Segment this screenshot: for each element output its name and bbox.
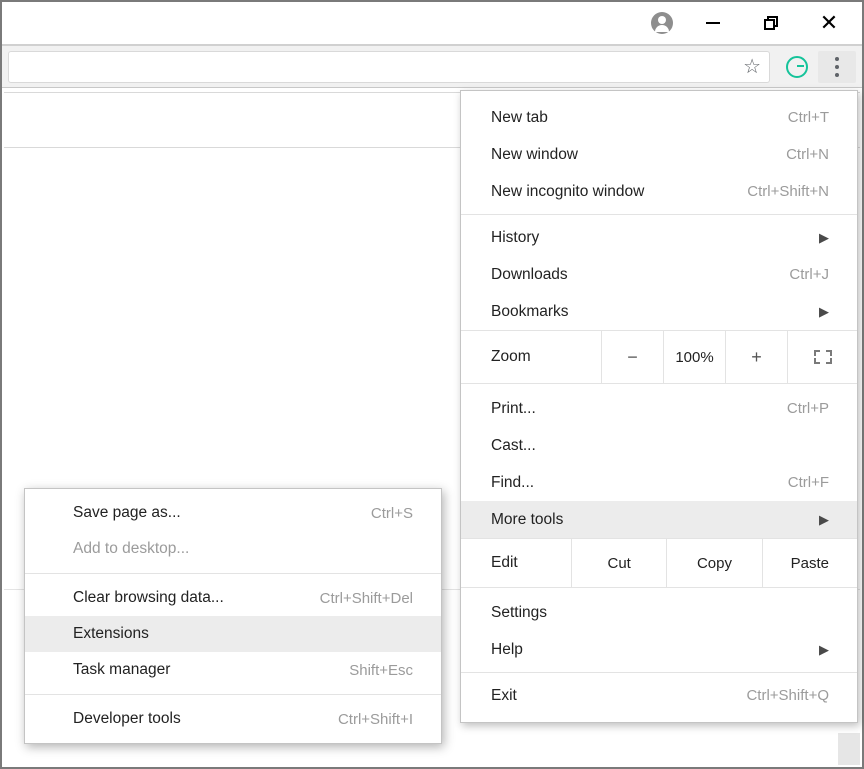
extension-grammarly-button[interactable] <box>778 51 816 83</box>
menu-print[interactable]: Print... Ctrl+P <box>461 390 857 427</box>
menu-bookmarks[interactable]: Bookmarks ▶ <box>461 293 857 330</box>
more-tools-submenu: Save page as... Ctrl+S Add to desktop...… <box>24 488 442 744</box>
vertical-dots-icon <box>835 57 839 77</box>
zoom-value: 100% <box>663 331 725 383</box>
minimize-icon <box>706 22 720 24</box>
menu-separator <box>25 573 441 574</box>
submenu-developer-tools[interactable]: Developer tools Ctrl+Shift+I <box>25 701 441 737</box>
zoom-label: Zoom <box>461 348 601 366</box>
menu-label: Save page as... <box>73 504 371 522</box>
minus-icon: − <box>627 347 638 368</box>
menu-shortcut: Ctrl+J <box>789 266 829 283</box>
chrome-main-menu: New tab Ctrl+T New window Ctrl+N New inc… <box>460 90 858 723</box>
zoom-out-button[interactable]: − <box>601 331 663 383</box>
menu-shortcut: Ctrl+Shift+N <box>747 183 829 200</box>
chrome-menu-button[interactable] <box>818 51 856 83</box>
zoom-in-button[interactable]: + <box>725 331 787 383</box>
grammarly-icon <box>786 56 808 78</box>
submenu-arrow-icon: ▶ <box>819 512 829 528</box>
menu-cast[interactable]: Cast... <box>461 427 857 464</box>
vertical-scrollbar[interactable] <box>838 733 860 765</box>
submenu-extensions[interactable]: Extensions <box>25 616 441 652</box>
menu-shortcut: Ctrl+Shift+Q <box>746 687 829 704</box>
profile-button[interactable] <box>640 2 684 44</box>
menu-new-incognito[interactable]: New incognito window Ctrl+Shift+N <box>461 173 857 210</box>
menu-label: Help <box>491 641 819 659</box>
toolbar: ☆ <box>2 46 862 88</box>
menu-shortcut: Ctrl+P <box>787 400 829 417</box>
menu-new-tab[interactable]: New tab Ctrl+T <box>461 99 857 136</box>
menu-label: Add to desktop... <box>73 540 413 558</box>
menu-shortcut: Ctrl+Shift+Del <box>320 590 413 607</box>
menu-label: Exit <box>491 687 746 705</box>
menu-more-tools[interactable]: More tools ▶ <box>461 501 857 538</box>
menu-shortcut: Ctrl+S <box>371 505 413 522</box>
menu-label: History <box>491 229 819 247</box>
menu-shortcut: Ctrl+N <box>786 146 829 163</box>
window-titlebar: ✕ <box>2 2 862 44</box>
menu-label: New tab <box>491 109 788 127</box>
restore-icon <box>764 16 778 30</box>
browser-window: ✕ ☆ New tab Ctrl+T New window Ctrl+N <box>0 0 864 769</box>
menu-label: Extensions <box>73 625 413 643</box>
edit-copy-button[interactable]: Copy <box>666 539 761 587</box>
menu-label: Clear browsing data... <box>73 589 320 607</box>
menu-zoom-row: Zoom − 100% + <box>461 330 857 384</box>
menu-label: Task manager <box>73 661 349 679</box>
submenu-task-manager[interactable]: Task manager Shift+Esc <box>25 652 441 688</box>
menu-label: Print... <box>491 400 787 418</box>
menu-edit-row: Edit Cut Copy Paste <box>461 538 857 588</box>
close-icon: ✕ <box>820 12 838 34</box>
plus-icon: + <box>751 347 762 368</box>
menu-shortcut: Shift+Esc <box>349 662 413 679</box>
fullscreen-icon <box>814 350 832 364</box>
user-icon <box>651 12 673 34</box>
edit-cut-button[interactable]: Cut <box>571 539 666 587</box>
submenu-add-to-desktop: Add to desktop... <box>25 531 441 567</box>
submenu-save-page[interactable]: Save page as... Ctrl+S <box>25 495 441 531</box>
menu-shortcut: Ctrl+Shift+I <box>338 711 413 728</box>
menu-history[interactable]: History ▶ <box>461 219 857 256</box>
submenu-arrow-icon: ▶ <box>819 642 829 658</box>
menu-label: Cast... <box>491 437 829 455</box>
menu-label: Settings <box>491 604 829 622</box>
menu-label: New incognito window <box>491 183 747 201</box>
submenu-clear-browsing-data[interactable]: Clear browsing data... Ctrl+Shift+Del <box>25 580 441 616</box>
bookmark-star-icon[interactable]: ☆ <box>743 54 761 79</box>
menu-label: Developer tools <box>73 710 338 728</box>
submenu-arrow-icon: ▶ <box>819 230 829 246</box>
menu-label: More tools <box>491 511 819 529</box>
close-window-button[interactable]: ✕ <box>800 2 858 44</box>
menu-find[interactable]: Find... Ctrl+F <box>461 464 857 501</box>
menu-shortcut: Ctrl+T <box>788 109 829 126</box>
menu-settings[interactable]: Settings <box>461 594 857 631</box>
maximize-button[interactable] <box>742 2 800 44</box>
menu-label: New window <box>491 146 786 164</box>
edit-label: Edit <box>461 554 571 572</box>
menu-separator <box>461 214 857 215</box>
menu-new-window[interactable]: New window Ctrl+N <box>461 136 857 173</box>
menu-label: Find... <box>491 474 788 492</box>
menu-label: Bookmarks <box>491 303 819 321</box>
address-bar[interactable]: ☆ <box>8 51 770 83</box>
menu-separator <box>461 672 857 673</box>
menu-exit[interactable]: Exit Ctrl+Shift+Q <box>461 677 857 714</box>
edit-paste-button[interactable]: Paste <box>762 539 857 587</box>
menu-downloads[interactable]: Downloads Ctrl+J <box>461 256 857 293</box>
submenu-arrow-icon: ▶ <box>819 304 829 320</box>
menu-help[interactable]: Help ▶ <box>461 631 857 668</box>
menu-separator <box>25 694 441 695</box>
menu-shortcut: Ctrl+F <box>788 474 829 491</box>
menu-label: Downloads <box>491 266 789 284</box>
fullscreen-button[interactable] <box>787 331 857 383</box>
minimize-button[interactable] <box>684 2 742 44</box>
